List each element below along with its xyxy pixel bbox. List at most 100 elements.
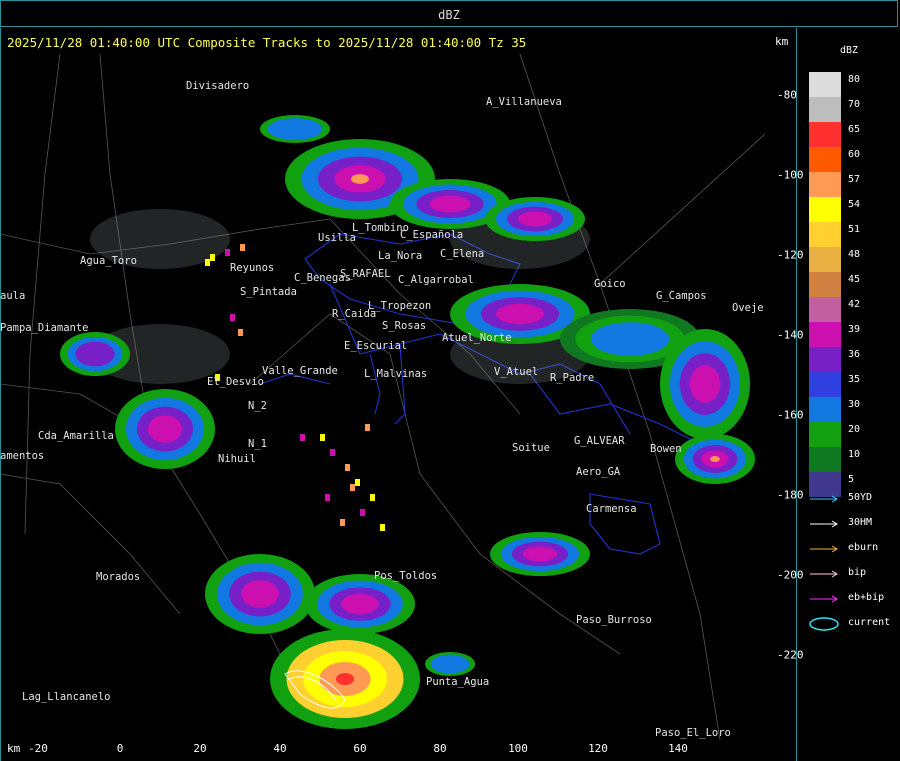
legend-value: 80 bbox=[848, 74, 861, 85]
echo-cell bbox=[365, 424, 370, 431]
x-tick-label: 100 bbox=[508, 742, 528, 755]
legend-swatch bbox=[809, 347, 841, 372]
place-label: V_Atuel bbox=[494, 366, 539, 378]
y-unit-label: km bbox=[775, 35, 789, 48]
legend-value: 35 bbox=[848, 374, 861, 385]
place-label: A_Villanueva bbox=[486, 96, 562, 108]
echo-cell bbox=[230, 314, 235, 321]
legend-value: 60 bbox=[848, 149, 861, 160]
echo-cell bbox=[330, 449, 335, 456]
echo-cell bbox=[370, 494, 375, 501]
echo-cell bbox=[210, 254, 215, 261]
legend-swatch bbox=[809, 72, 841, 97]
title-bar: dBZ bbox=[0, 0, 898, 27]
legend-track-symbol bbox=[809, 617, 839, 631]
radar-map[interactable] bbox=[0, 54, 765, 740]
x-tick-label: 20 bbox=[193, 742, 207, 755]
echo-cell bbox=[710, 456, 720, 462]
legend-value: 20 bbox=[848, 424, 861, 435]
echo-cell bbox=[325, 494, 330, 501]
x-tick-label: -20 bbox=[28, 742, 48, 755]
legend-title: dBZ bbox=[840, 45, 859, 56]
legend-value: 48 bbox=[848, 249, 861, 260]
place-label: Goico bbox=[594, 278, 626, 290]
legend-value: 10 bbox=[848, 449, 861, 460]
legend-value: 45 bbox=[848, 274, 861, 285]
echo-cell bbox=[320, 434, 325, 441]
echo-cell bbox=[429, 195, 471, 213]
legend-track-symbol bbox=[810, 495, 838, 503]
echo-cell bbox=[341, 593, 379, 615]
legend-swatch bbox=[809, 422, 841, 447]
place-label: El_Desvio bbox=[207, 376, 264, 388]
legend-value: 39 bbox=[848, 324, 861, 335]
legend-track-label: 50YD bbox=[848, 492, 873, 503]
legend-value: 65 bbox=[848, 124, 861, 135]
place-label: N_1 bbox=[248, 438, 267, 450]
place-label: Punta_Agua bbox=[426, 676, 490, 688]
place-label: amentos bbox=[0, 450, 45, 462]
echo-cell bbox=[355, 479, 360, 486]
place-label: Agua_Toro bbox=[80, 255, 137, 267]
x-unit-label: km bbox=[7, 742, 21, 755]
legend-swatch bbox=[809, 197, 841, 222]
echo-cell bbox=[350, 484, 355, 491]
echo-cell bbox=[496, 303, 544, 325]
place-label: Usilla bbox=[318, 232, 356, 244]
place-label: Valle_Grande bbox=[262, 365, 338, 377]
legend-value: 36 bbox=[848, 349, 861, 360]
echo-cell bbox=[523, 546, 557, 562]
legend-value: 54 bbox=[848, 199, 861, 210]
echo-cell bbox=[340, 519, 345, 526]
legend-swatch bbox=[809, 297, 841, 322]
legend-swatch bbox=[809, 122, 841, 147]
legend-swatch bbox=[809, 247, 841, 272]
place-label: Bowen bbox=[650, 443, 682, 455]
echo-cell bbox=[430, 654, 470, 674]
place-label: S_RAFAEL bbox=[340, 268, 391, 280]
x-tick-label: 0 bbox=[116, 742, 124, 755]
window-title: dBZ bbox=[438, 8, 460, 22]
place-label: Cda_Amarilla bbox=[38, 430, 114, 442]
place-label: Lag_Llancanelo bbox=[22, 691, 111, 703]
legend-swatch bbox=[809, 372, 841, 397]
place-label: Atuel_Norte bbox=[442, 332, 512, 344]
y-tick-label: -80 bbox=[777, 88, 797, 102]
legend-swatch bbox=[809, 447, 841, 472]
place-label: C_Elena bbox=[440, 248, 485, 260]
echo-cell bbox=[225, 249, 230, 256]
place-label: Paso_Burroso bbox=[576, 614, 652, 626]
legend-track-symbol bbox=[810, 595, 838, 603]
place-label: N_2 bbox=[248, 400, 267, 412]
place-label: Soitue bbox=[512, 442, 550, 454]
legend-track-label: current bbox=[848, 617, 891, 628]
legend-value: 57 bbox=[848, 174, 861, 185]
place-label: Oveje bbox=[732, 302, 764, 314]
place-label: Morados bbox=[96, 571, 141, 583]
legend-value: 70 bbox=[848, 99, 861, 110]
x-tick-label: 60 bbox=[353, 742, 367, 755]
place-label: Pampa_Diamante bbox=[0, 322, 89, 334]
echo-cell bbox=[75, 341, 115, 367]
place-label: Reyunos bbox=[230, 262, 275, 274]
legend-track-symbol bbox=[810, 520, 838, 528]
echo-cell bbox=[336, 673, 354, 685]
echo-cell bbox=[205, 259, 210, 266]
place-label: S_Rosas bbox=[382, 320, 427, 332]
legend-swatch bbox=[809, 397, 841, 422]
echo-cell bbox=[300, 434, 305, 441]
echo-cell bbox=[345, 464, 350, 471]
echo-cell bbox=[518, 211, 552, 227]
place-label: G_ALVEAR bbox=[574, 435, 625, 447]
echo-cell bbox=[241, 580, 279, 608]
x-tick-label: 40 bbox=[273, 742, 287, 755]
echo-cell bbox=[360, 509, 365, 516]
track-header: 2025/11/28 01:40:00 UTC Composite Tracks… bbox=[7, 35, 527, 50]
place-label: L_Tropezon bbox=[368, 300, 432, 312]
echo-cell bbox=[148, 415, 182, 443]
legend-track-label: eb+bip bbox=[848, 592, 885, 603]
legend-swatch bbox=[809, 272, 841, 297]
place-label: Pos_Toldos bbox=[374, 570, 438, 582]
place-label: Nihuil bbox=[218, 453, 256, 465]
x-tick-label: 120 bbox=[588, 742, 608, 755]
